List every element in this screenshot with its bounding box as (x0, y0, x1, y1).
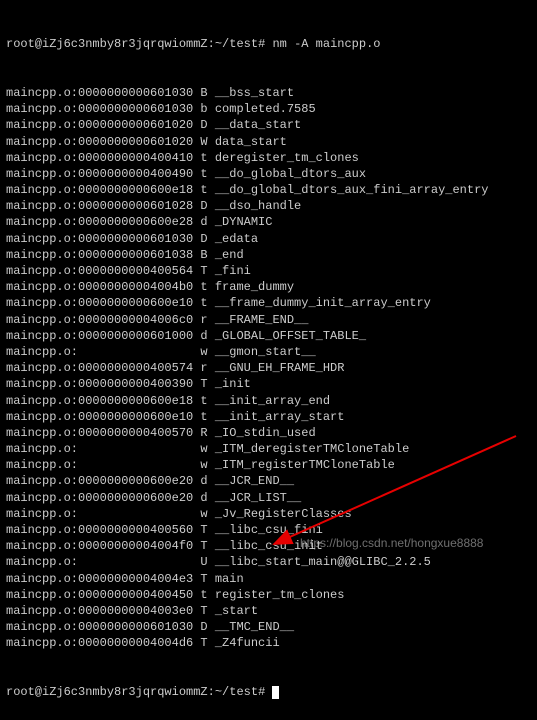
nm-output-row: maincpp.o:0000000000601020 W data_start (6, 134, 531, 150)
nm-output-row: maincpp.o:0000000000600e20 d __JCR_END__ (6, 473, 531, 489)
nm-output-row: maincpp.o:0000000000601020 D __data_star… (6, 117, 531, 133)
prompt-line-2[interactable]: root@iZj6c3nmby8r3jqrqwiommZ:~/test# (6, 684, 531, 700)
nm-output-row: maincpp.o:0000000000400490 t __do_global… (6, 166, 531, 182)
nm-output-row: maincpp.o:0000000000601038 B _end (6, 247, 531, 263)
prompt-separator: # (258, 685, 265, 699)
nm-output-row: maincpp.o:0000000000400564 T _fini (6, 263, 531, 279)
nm-output-row: maincpp.o:0000000000400560 T __libc_csu_… (6, 522, 531, 538)
nm-output-row: maincpp.o:0000000000601030 D __TMC_END__ (6, 619, 531, 635)
nm-output-row: maincpp.o:00000000004006c0 r __FRAME_END… (6, 312, 531, 328)
prompt-user-host: root@iZj6c3nmby8r3jqrqwiommZ (6, 685, 208, 699)
nm-output-row: maincpp.o:0000000000400450 t register_tm… (6, 587, 531, 603)
nm-output-row: maincpp.o:0000000000601000 d _GLOBAL_OFF… (6, 328, 531, 344)
nm-output-row: maincpp.o:00000000004004f0 T __libc_csu_… (6, 538, 531, 554)
nm-output-row: maincpp.o:00000000004003e0 T _start (6, 603, 531, 619)
nm-output-row: maincpp.o: w _Jv_RegisterClasses (6, 506, 531, 522)
nm-output-row: maincpp.o:0000000000601030 B __bss_start (6, 85, 531, 101)
prompt-separator: # (258, 37, 265, 51)
nm-output-row: maincpp.o:0000000000400410 t deregister_… (6, 150, 531, 166)
nm-output-row: maincpp.o:0000000000400570 R _IO_stdin_u… (6, 425, 531, 441)
nm-output-row: maincpp.o:0000000000601030 b completed.7… (6, 101, 531, 117)
nm-output-row: maincpp.o:0000000000400574 r __GNU_EH_FR… (6, 360, 531, 376)
prompt-path: ~/test (215, 37, 258, 51)
nm-output-row: maincpp.o:0000000000600e10 t __init_arra… (6, 409, 531, 425)
nm-output-row: maincpp.o:00000000004004e3 T main (6, 571, 531, 587)
cursor (272, 686, 279, 699)
terminal-output[interactable]: root@iZj6c3nmby8r3jqrqwiommZ:~/test# nm … (0, 0, 537, 720)
nm-output-row: maincpp.o:0000000000600e18 t __do_global… (6, 182, 531, 198)
nm-output-row: maincpp.o:00000000004004d6 T _Z4funcii (6, 635, 531, 651)
prompt-line: root@iZj6c3nmby8r3jqrqwiommZ:~/test# nm … (6, 36, 531, 52)
nm-output-row: maincpp.o:0000000000400390 T _init (6, 376, 531, 392)
nm-output-row: maincpp.o:0000000000601030 D _edata (6, 231, 531, 247)
nm-output-row: maincpp.o:0000000000600e10 t __frame_dum… (6, 295, 531, 311)
nm-output-row: maincpp.o: w _ITM_registerTMCloneTable (6, 457, 531, 473)
nm-output-row: maincpp.o:00000000004004b0 t frame_dummy (6, 279, 531, 295)
prompt-path: ~/test (215, 685, 258, 699)
nm-output-row: maincpp.o:0000000000600e28 d _DYNAMIC (6, 214, 531, 230)
nm-output-row: maincpp.o:0000000000600e18 t __init_arra… (6, 393, 531, 409)
command-text: nm -A maincpp.o (272, 37, 380, 51)
nm-output-row: maincpp.o: w _ITM_deregisterTMCloneTable (6, 441, 531, 457)
nm-output-row: maincpp.o: w __gmon_start__ (6, 344, 531, 360)
nm-output-row: maincpp.o: U __libc_start_main@@GLIBC_2.… (6, 554, 531, 570)
prompt-user-host: root@iZj6c3nmby8r3jqrqwiommZ (6, 37, 208, 51)
nm-output-row: maincpp.o:0000000000601028 D __dso_handl… (6, 198, 531, 214)
nm-output-row: maincpp.o:0000000000600e20 d __JCR_LIST_… (6, 490, 531, 506)
